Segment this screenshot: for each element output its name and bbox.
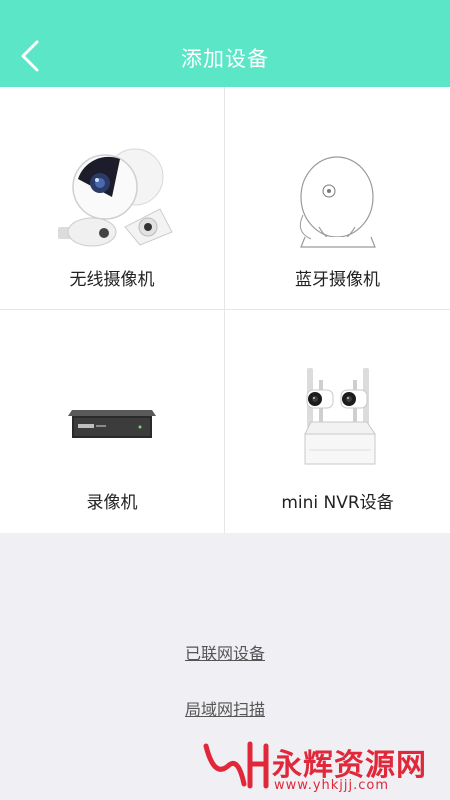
device-label: 无线摄像机 (69, 270, 155, 290)
device-item-mini-nvr[interactable]: mini NVR设备 (225, 310, 450, 533)
top-bar: 添加设备 (0, 0, 450, 87)
device-item-bluetooth-camera[interactable]: 蓝牙摄像机 (225, 87, 450, 310)
device-type-grid: 无线摄像机 蓝牙摄像机 录像机 mini NVR设备 (0, 87, 450, 533)
device-item-recorder[interactable]: 录像机 (0, 310, 225, 533)
device-item-wireless-camera[interactable]: 无线摄像机 (0, 87, 225, 310)
page-title: 添加设备 (181, 47, 269, 71)
device-label: 录像机 (86, 493, 138, 513)
wireless-camera-icon (58, 148, 173, 247)
connected-devices-link[interactable]: 已联网设备 (0, 640, 450, 664)
watermark-url: www.yhkjjj.com (274, 778, 390, 793)
recorder-icon (68, 410, 156, 438)
device-label: mini NVR设备 (281, 493, 394, 513)
mini-nvr-icon (304, 368, 376, 465)
lan-scan-link[interactable]: 局域网扫描 (0, 696, 450, 720)
bluetooth-camera-icon (299, 156, 376, 248)
device-label: 蓝牙摄像机 (295, 270, 380, 290)
